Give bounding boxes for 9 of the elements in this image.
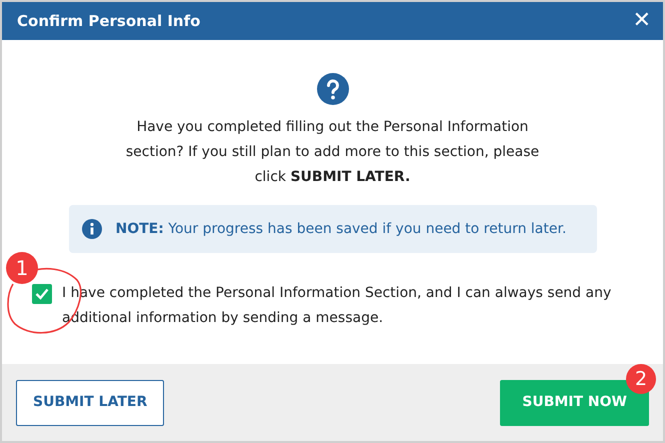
message-text: Have you completed filling out the Personal Information section? If you still plan to add more to this section, please click SUBMIT LATER.	[124, 118, 540, 187]
note-text: NOTE: Your progress has been saved if you need to return later.	[116, 220, 566, 238]
question-icon	[316, 73, 348, 105]
info-icon	[82, 219, 102, 239]
window-title: Confirm Personal Info	[17, 10, 200, 32]
checkbox[interactable]	[32, 284, 52, 304]
close-button[interactable]: ✕	[632, 10, 651, 32]
annotation-badge: 1	[6, 252, 38, 284]
submit-later-button[interactable]: SUBMIT LATER	[16, 380, 164, 426]
